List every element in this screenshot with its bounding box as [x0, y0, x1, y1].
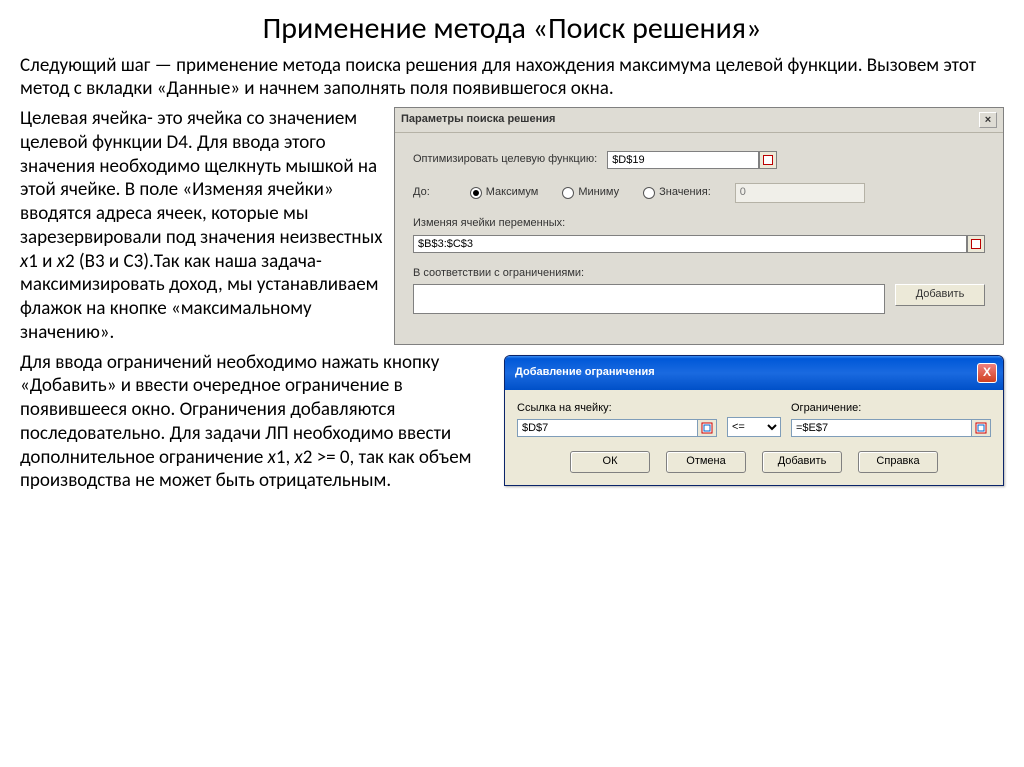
add-constraint-button[interactable]: Добавить: [895, 284, 985, 306]
close-icon[interactable]: X: [977, 363, 997, 383]
ok-button[interactable]: ОК: [570, 451, 650, 473]
page-title: Применение метода «Поиск решения»: [20, 10, 1004, 48]
radio-icon: [470, 187, 482, 199]
dialog-titlebar: Добавление ограничения X: [505, 356, 1003, 390]
add-button[interactable]: Добавить: [762, 451, 842, 473]
range-picker-icon[interactable]: [697, 419, 717, 437]
dialog-titlebar: Параметры поиска решения ×: [395, 108, 1003, 133]
constraint-input[interactable]: [791, 419, 971, 437]
changing-vars-label: Изменяя ячейки переменных:: [413, 217, 565, 229]
constraint-label: Ограничение:: [791, 402, 991, 416]
radio-icon: [643, 187, 655, 199]
cell-ref-input[interactable]: [517, 419, 697, 437]
paragraph-2: Для ввода ограничений необходимо нажать …: [20, 351, 494, 494]
paragraph-1: Целевая ячейка- это ячейка со значением …: [20, 107, 384, 345]
cancel-button[interactable]: Отмена: [666, 451, 746, 473]
range-picker-icon[interactable]: [759, 151, 777, 169]
dialog-title: Добавление ограничения: [515, 366, 655, 380]
cell-ref-label: Ссылка на ячейку:: [517, 402, 717, 416]
objective-label: Оптимизировать целевую функцию:: [413, 153, 597, 167]
help-button[interactable]: Справка: [858, 451, 938, 473]
solver-parameters-dialog: Параметры поиска решения × Оптимизироват…: [394, 107, 1004, 345]
objective-input[interactable]: [607, 151, 759, 169]
radio-min[interactable]: Миниму: [562, 186, 619, 200]
range-picker-icon[interactable]: [967, 235, 985, 253]
close-icon[interactable]: ×: [979, 112, 997, 128]
operator-select[interactable]: <=: [727, 417, 781, 437]
changing-vars-input[interactable]: [413, 235, 967, 253]
intro-paragraph: Следующий шаг — применение метода поиска…: [20, 54, 1004, 102]
value-of-input[interactable]: 0: [735, 183, 865, 203]
to-label: До:: [413, 186, 430, 200]
constraints-list[interactable]: [413, 284, 885, 314]
radio-icon: [562, 187, 574, 199]
radio-value[interactable]: Значения:: [643, 186, 711, 200]
radio-max[interactable]: Максимум: [470, 186, 539, 200]
dialog-title: Параметры поиска решения: [401, 113, 555, 127]
add-constraint-dialog: Добавление ограничения X Ссылка на ячейк…: [504, 355, 1004, 487]
constraints-label: В соответствии с ограничениями:: [413, 267, 584, 279]
range-picker-icon[interactable]: [971, 419, 991, 437]
